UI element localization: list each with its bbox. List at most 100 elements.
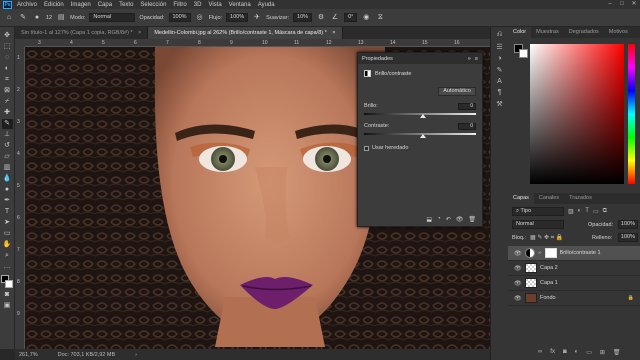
brush-preset-dot-icon[interactable]: ● [32, 13, 42, 23]
shape-tool-icon[interactable]: ▭ [2, 229, 13, 239]
layer-row-capa-2[interactable]: 👁 Capa 2 [508, 261, 640, 276]
menu-archivo[interactable]: Archivo [17, 2, 37, 8]
slider-thumb[interactable] [420, 114, 426, 118]
paragraph-panel-icon[interactable]: ¶ [494, 89, 506, 96]
lasso-tool-icon[interactable]: ◌ [2, 53, 13, 63]
pressure-opacity-icon[interactable]: ◎ [195, 13, 205, 23]
stamp-tool-icon[interactable]: ⊥ [2, 130, 13, 140]
status-arrow-icon[interactable]: › [135, 352, 137, 358]
eye-icon[interactable]: 👁 [514, 295, 522, 302]
slider-thumb[interactable] [420, 134, 426, 138]
background-color-swatch[interactable] [5, 280, 13, 288]
adjustment-filter-icon[interactable]: ◐ [578, 208, 582, 215]
eye-icon[interactable]: 👁 [514, 265, 522, 272]
minimize-button[interactable]: – [604, 0, 616, 9]
reset-icon[interactable]: ↶ [446, 216, 451, 223]
lock-icons[interactable]: ▦ ✎ ✥ ⌗ 🔒 [530, 234, 563, 242]
menu-3d[interactable]: 3D [194, 2, 202, 8]
tab-swatches[interactable]: Muestras [531, 27, 564, 38]
eraser-tool-icon[interactable]: ▱ [2, 152, 13, 162]
mask-icon[interactable]: ◙ [563, 349, 567, 356]
trash-icon[interactable]: 🗑 [613, 349, 621, 356]
clip-to-layer-icon[interactable]: ⬓ [426, 216, 432, 223]
close-window-button[interactable]: ✕ [628, 0, 640, 9]
pixel-filter-icon[interactable]: ▨ [568, 208, 574, 215]
contrast-field[interactable]: 0 [458, 123, 476, 130]
smoothing-gear-icon[interactable]: ⚙ [316, 13, 326, 23]
more-tools-icon[interactable]: … [2, 262, 13, 272]
tab-close-icon[interactable]: × [138, 30, 141, 36]
eye-icon[interactable]: 👁 [514, 250, 522, 257]
screen-mode-icon[interactable]: ▣ [2, 301, 13, 311]
menu-vista[interactable]: Vista [208, 2, 221, 8]
smooth-field[interactable]: 10% [293, 13, 313, 22]
folder-icon[interactable]: ▭ [586, 349, 592, 356]
bg-color-chip[interactable] [519, 49, 528, 58]
maximize-button[interactable]: □ [616, 0, 628, 9]
tab-patterns[interactable]: Motivos [604, 27, 633, 38]
hue-slider[interactable] [628, 44, 635, 184]
move-tool-icon[interactable]: ✥ [2, 31, 13, 41]
fill-field[interactable]: 100% [618, 233, 638, 242]
healing-tool-icon[interactable]: ✚ [2, 108, 13, 118]
mode-select[interactable]: Normal [89, 13, 136, 22]
menu-capa[interactable]: Capa [98, 2, 112, 8]
color-swatches[interactable] [1, 275, 13, 289]
layer-row-fondo[interactable]: 👁 Fondo 🔒 [508, 291, 640, 306]
crop-tool-icon[interactable]: ⌗ [2, 75, 13, 85]
properties-panel-icon[interactable]: ☰ [494, 43, 506, 51]
legacy-checkbox[interactable] [364, 145, 369, 151]
brush-size-value[interactable]: 12 [46, 15, 52, 21]
blend-mode-select[interactable]: Normal [512, 220, 564, 229]
menu-ventana[interactable]: Ventana [229, 2, 251, 8]
smart-filter-icon[interactable]: ⧉ [603, 208, 607, 215]
history-panel-icon[interactable]: ⎌ [494, 31, 506, 39]
menu-seleccion[interactable]: Selección [140, 2, 166, 8]
color-field[interactable] [530, 44, 624, 184]
type-filter-icon[interactable]: T [585, 208, 589, 215]
panel-menu-icon[interactable]: ≡ [475, 56, 478, 62]
symmetry-icon[interactable]: ⧖ [375, 13, 385, 23]
zoom-level[interactable]: 261,7% [19, 352, 38, 358]
airbrush-icon[interactable]: ✈ [252, 13, 262, 23]
tab-layers[interactable]: Capas [508, 193, 534, 204]
layer-filter-select[interactable]: ⌕ Tipo [512, 207, 564, 216]
pen-tool-icon[interactable]: ✒ [2, 196, 13, 206]
type-tool-icon[interactable]: T [2, 207, 13, 217]
blur-tool-icon[interactable]: 💧 [2, 174, 13, 184]
tab-sin-titulo[interactable]: Sin título-1 al 127% (Capa 1 copia, RGB/… [15, 27, 149, 39]
eye-icon[interactable]: 👁 [514, 280, 522, 287]
angle-field[interactable]: 0° [344, 13, 358, 22]
dodge-tool-icon[interactable]: ● [2, 185, 13, 195]
tab-close-icon[interactable]: × [332, 30, 335, 36]
menu-edicion[interactable]: Edición [44, 2, 64, 8]
opacity-field[interactable]: 100% [168, 13, 191, 22]
tab-medellin[interactable]: Medellin-Colombi.jpg al 262% (Brillo/con… [148, 27, 343, 39]
menu-filtro[interactable]: Filtro [173, 2, 186, 8]
menu-texto[interactable]: Texto [119, 2, 133, 8]
zoom-tool-icon[interactable]: ⌕ [2, 251, 13, 261]
menu-ayuda[interactable]: Ayuda [258, 2, 275, 8]
view-previous-icon[interactable]: ◔ [437, 216, 441, 223]
tool-presets-icon[interactable]: ⚒ [494, 100, 506, 108]
brush-panel-icon[interactable]: ✎ [494, 66, 506, 74]
collapse-icon[interactable]: » [468, 56, 471, 62]
adjustment-icon[interactable]: ◐ [575, 349, 579, 356]
chain-link-icon[interactable]: ∞ [538, 250, 542, 256]
link-icon[interactable]: ∞ [538, 349, 542, 356]
delete-icon[interactable]: 🗑 [468, 216, 476, 223]
quick-select-tool-icon[interactable]: ◐ [2, 64, 13, 74]
path-select-tool-icon[interactable]: ➤ [2, 218, 13, 228]
layer-mask-thumbnail[interactable] [544, 248, 557, 258]
hand-tool-icon[interactable]: ✋ [2, 240, 13, 250]
shape-filter-icon[interactable]: ▭ [593, 208, 599, 215]
visibility-icon[interactable]: 👁 [456, 216, 464, 223]
quick-mask-icon[interactable]: ◙ [2, 290, 13, 300]
layer-row-capa-1[interactable]: 👁 Capa 1 [508, 276, 640, 291]
brightness-slider[interactable] [364, 113, 476, 118]
contrast-slider[interactable] [364, 133, 476, 138]
fx-icon[interactable]: fx [550, 349, 555, 356]
brush-tool-icon[interactable]: ✎ [1, 119, 13, 129]
tab-color[interactable]: Color [508, 27, 532, 38]
eyedropper-tool-icon[interactable]: ⌿ [2, 97, 13, 107]
